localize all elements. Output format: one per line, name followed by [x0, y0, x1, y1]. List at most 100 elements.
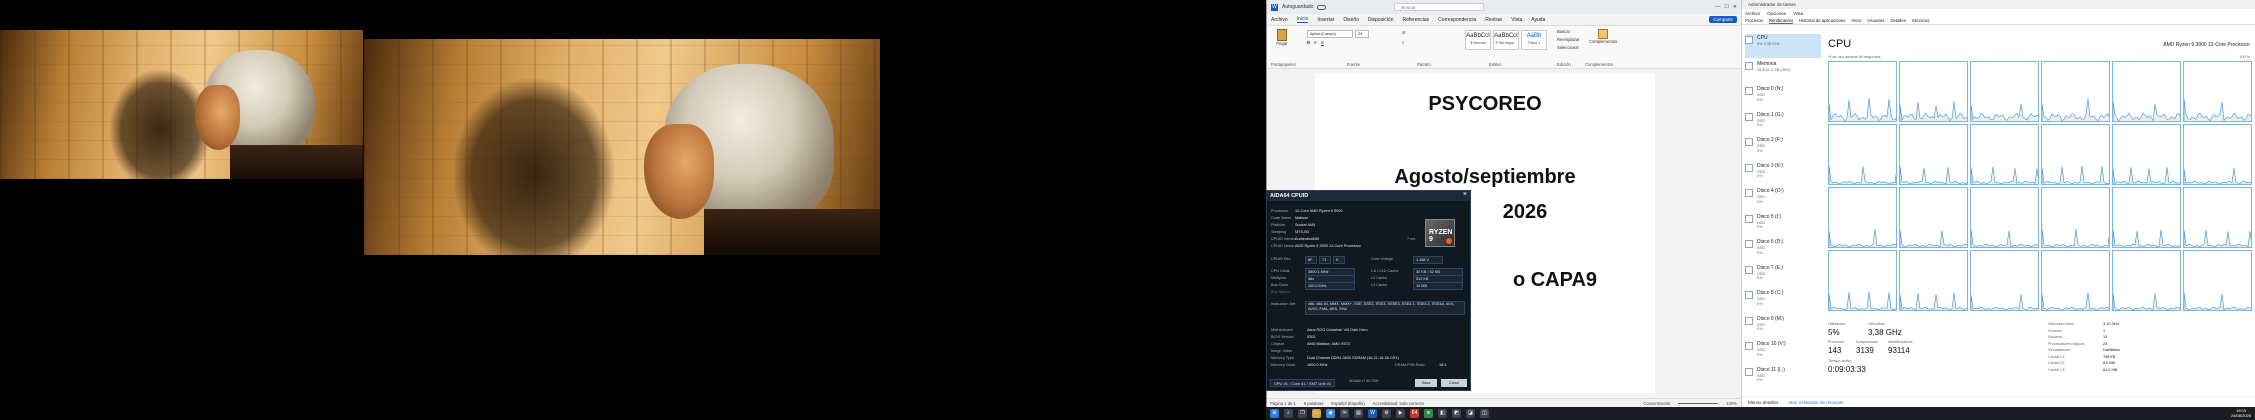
status-words[interactable]: 6 palabras: [1304, 401, 1324, 406]
tab-correspondencia[interactable]: Correspondencia: [1438, 17, 1476, 23]
resource-item[interactable]: Disco 3 (K:) HDD 0%: [1745, 162, 1821, 186]
aida-taskbar-icon[interactable]: 64: [1410, 409, 1419, 418]
style-normal[interactable]: AaBbCcI ¶ Normal: [1465, 30, 1491, 50]
core-graph: [1828, 61, 1897, 122]
aida-save-button[interactable]: Save: [1415, 379, 1437, 387]
doc-line-2: Agosto/septiembre: [1394, 166, 1576, 188]
task-manager-icon[interactable]: ≋: [1424, 409, 1433, 418]
app-icon[interactable]: ◫: [1480, 409, 1489, 418]
word-taskbar-icon[interactable]: W: [1368, 409, 1377, 418]
tab-diseno[interactable]: Diseño: [1343, 17, 1359, 23]
resource-item[interactable]: Disco 0 (N:) SSD 0%: [1745, 85, 1821, 109]
style-heading1[interactable]: AaBb Título 1: [1521, 30, 1547, 50]
tab-processes[interactable]: Procesos: [1745, 18, 1763, 23]
close-icon[interactable]: ✕: [1733, 4, 1737, 10]
font-name-select[interactable]: Aptos (Cuerpo): [1307, 30, 1353, 38]
tab-insertar[interactable]: Insertar: [1317, 17, 1334, 23]
resource-item[interactable]: CPU 5% 3,38 GHz: [1745, 34, 1821, 58]
resource-sub-line: 0%: [1757, 123, 1763, 127]
share-button[interactable]: Compartir: [1709, 16, 1737, 23]
tab-app-history[interactable]: Historial de aplicaciones: [1799, 18, 1845, 23]
store-icon[interactable]: ▤: [1354, 409, 1363, 418]
app-icon[interactable]: ◧: [1438, 409, 1447, 418]
mini-graph-icon: [1745, 342, 1753, 350]
aida-close-icon[interactable]: ×: [1463, 191, 1467, 198]
resource-item[interactable]: Disco 6 (D:) SSD 0%: [1745, 238, 1821, 262]
italic-button[interactable]: K: [1314, 40, 1317, 45]
resource-monitor-link[interactable]: Abrir el Monitor de recursos: [1788, 400, 1843, 405]
resource-item[interactable]: Disco 2 (F:) SSD 0%: [1745, 136, 1821, 160]
tab-revisar[interactable]: Revisar: [1485, 17, 1502, 23]
app-icon[interactable]: ◩: [1452, 409, 1461, 418]
browser-icon[interactable]: ◉: [1326, 409, 1335, 418]
select-button[interactable]: Seleccionar: [1557, 45, 1579, 50]
resource-name: Disco 1 (G:): [1757, 111, 1784, 118]
task-view-icon[interactable]: ❐: [1298, 409, 1307, 418]
zoom-slider[interactable]: [1678, 402, 1719, 404]
folder-icon[interactable]: ▭: [1312, 409, 1321, 418]
tab-performance[interactable]: Rendimiento: [1768, 18, 1794, 24]
aida-row-codename: Code Name Matisse: [1271, 216, 1309, 220]
resource-sub: HDD 0%: [1757, 221, 1765, 230]
autosave-toggle[interactable]: [1317, 4, 1327, 10]
resource-item[interactable]: Disco 1 (G:) SSD 0%: [1745, 111, 1821, 135]
bullets-icon[interactable]: ☰: [1402, 30, 1406, 35]
start-icon[interactable]: ⊞: [1270, 409, 1279, 418]
paste-button[interactable]: Pegar: [1273, 29, 1291, 46]
tm-menu-view[interactable]: Vista: [1793, 11, 1803, 16]
tab-users[interactable]: Usuarios: [1867, 18, 1884, 23]
status-language[interactable]: Español (España): [1331, 401, 1364, 406]
aida-close-button[interactable]: Close: [1441, 379, 1467, 387]
settings-icon[interactable]: ⚙: [1382, 409, 1391, 418]
resource-item[interactable]: Disco 9 (M:) SSD 0%: [1745, 315, 1821, 339]
status-page[interactable]: Página 1 de 1: [1270, 401, 1296, 406]
tab-archivo[interactable]: Archivo: [1271, 17, 1288, 23]
resource-item[interactable]: Disco 4 (O:) SSD 0%: [1745, 187, 1821, 211]
tab-details[interactable]: Detalles: [1890, 18, 1906, 23]
zoom-level[interactable]: 100%: [1726, 401, 1737, 406]
style-no-spacing[interactable]: AaBbCcI ¶ Sin espa...: [1493, 30, 1519, 50]
resource-item[interactable]: Memoria 15,8/31,9 GB (49%): [1745, 60, 1821, 84]
tm-menu-file[interactable]: Archivo: [1745, 11, 1760, 16]
search-input[interactable]: Buscar: [1394, 3, 1485, 11]
core-graph: [2112, 187, 2181, 248]
replace-button[interactable]: Reemplazar: [1557, 37, 1580, 42]
tab-inicio[interactable]: Inicio: [1296, 16, 1309, 23]
tab-referencias[interactable]: Referencias: [1402, 17, 1429, 23]
resource-sub: SSD 0%: [1757, 195, 1765, 204]
mail-icon[interactable]: ✉: [1340, 409, 1349, 418]
underline-button[interactable]: S: [1321, 40, 1324, 45]
find-button[interactable]: Buscar: [1557, 29, 1570, 34]
tab-vista[interactable]: Vista: [1511, 17, 1522, 23]
status-accessibility[interactable]: Accesibilidad: todo correcto: [1373, 401, 1424, 406]
align-icon[interactable]: ≡: [1402, 40, 1404, 45]
font-size-select[interactable]: 24: [1355, 30, 1369, 38]
resource-name: Memoria: [1757, 60, 1777, 67]
tab-disposicion[interactable]: Disposición: [1368, 17, 1394, 23]
mini-graph-icon: [1745, 367, 1753, 376]
resource-item[interactable]: Disco 7 (E:) HDD 0%: [1745, 264, 1821, 288]
tab-services[interactable]: Servicios: [1912, 18, 1929, 23]
tab-startup[interactable]: Inicio: [1851, 18, 1861, 23]
tm-menu-options[interactable]: Opciones: [1767, 11, 1786, 16]
clock[interactable]: 19:03 24/08/2026: [2231, 408, 2251, 418]
media-player-icon[interactable]: ▶: [1396, 409, 1405, 418]
resource-item[interactable]: Disco 11 (L:) SSD 0%: [1745, 366, 1821, 390]
cpu-select-dropdown[interactable]: CPU #1 / Core #1 / SMT Unit #1: [1270, 379, 1336, 387]
resource-item[interactable]: Disco 5 (I:) HDD 0%: [1745, 213, 1821, 237]
group-clipboard: Portapapeles: [1271, 62, 1296, 67]
bold-button[interactable]: N: [1307, 40, 1310, 45]
less-details-link[interactable]: Menos detalles: [1748, 400, 1778, 405]
core-graph: [1828, 250, 1897, 311]
resource-item[interactable]: Disco 10 (V:) SSD 0%: [1745, 340, 1821, 364]
tab-ayuda[interactable]: Ayuda: [1531, 17, 1545, 23]
resource-item[interactable]: Disco 8 (C:) SSD 0%: [1745, 289, 1821, 313]
app-icon[interactable]: ◪: [1466, 409, 1475, 418]
minimize-icon[interactable]: —: [1715, 4, 1720, 10]
style-name: ¶ Normal: [1470, 41, 1486, 45]
search-icon[interactable]: ⌕: [1284, 409, 1293, 418]
status-focus[interactable]: Concentración: [1643, 401, 1670, 406]
maximize-icon[interactable]: ☐: [1724, 4, 1728, 10]
face: [195, 85, 240, 150]
addins-button[interactable]: Complementos: [1589, 29, 1617, 44]
